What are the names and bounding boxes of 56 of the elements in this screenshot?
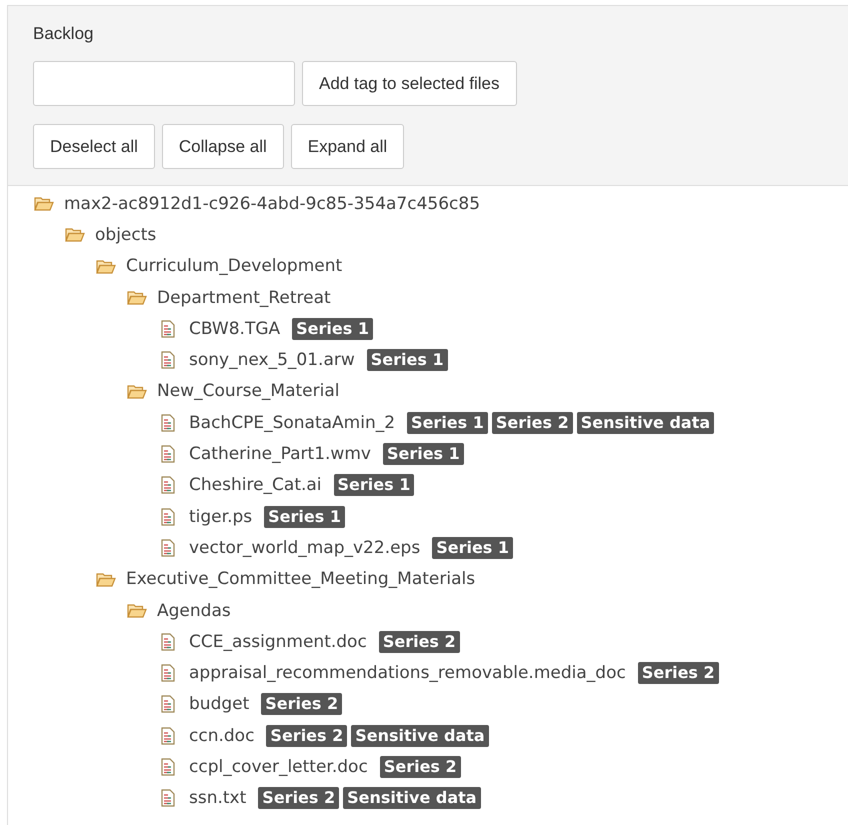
file-name[interactable]: ssn.txt — [189, 788, 246, 808]
file-name[interactable]: sony_nex_5_01.arw — [189, 350, 355, 370]
document-icon — [161, 758, 175, 776]
file-name[interactable]: budget — [189, 694, 250, 714]
add-tag-button[interactable]: Add tag to selected files — [302, 61, 517, 106]
panel-title: Backlog — [33, 23, 94, 45]
document-icon — [161, 351, 175, 370]
file-name[interactable]: vector_world_map_v22.eps — [189, 538, 420, 558]
file-name[interactable]: CBW8.TGA — [189, 318, 280, 339]
document-icon — [161, 414, 175, 432]
collapse-all-button[interactable]: Collapse all — [162, 124, 284, 169]
tag-label: Series 2 — [492, 412, 573, 434]
file-name[interactable]: CCE_assignment.doc — [189, 632, 367, 652]
tag-label: Series 2 — [266, 724, 348, 747]
deselect-all-button[interactable]: Deselect all — [33, 124, 155, 169]
document-icon — [161, 726, 175, 745]
expand-all-button[interactable]: Expand all — [290, 124, 404, 169]
document-icon — [161, 508, 175, 526]
document-icon — [161, 445, 175, 464]
document-icon — [161, 695, 175, 714]
file-name[interactable]: appraisal_recommendations_removable.media_doc — [189, 663, 626, 684]
tag-label: Sensitive data — [351, 724, 489, 747]
folder-name[interactable]: objects — [95, 224, 156, 245]
folder-name[interactable]: Department_Retreat — [157, 288, 331, 308]
file-name[interactable]: Cheshire_Cat.ai — [189, 475, 322, 496]
file-name[interactable]: tiger.ps — [189, 506, 252, 527]
tag-label: Sensitive data — [343, 787, 481, 810]
folder-name[interactable]: Executive_Committee_Meeting_Materials — [126, 569, 476, 590]
tag-label: Series 2 — [638, 662, 719, 684]
tag-label: Series 2 — [258, 787, 340, 810]
document-icon — [161, 664, 175, 682]
tag-label: Series 1 — [292, 318, 373, 340]
tag-label: Series 2 — [261, 693, 342, 716]
folder-name[interactable]: max2-ac8912d1-c926-4abd-9c85-354a7c456c85 — [64, 194, 480, 214]
tag-label: Series 1 — [407, 412, 488, 434]
document-icon — [161, 789, 175, 808]
document-icon — [161, 632, 175, 651]
tag-label: Sensitive data — [576, 412, 714, 434]
file-name[interactable]: ccn.doc — [189, 726, 254, 746]
tag-label: Series 1 — [382, 443, 464, 466]
tag-input-field[interactable] — [33, 61, 295, 106]
tag-label: Series 1 — [264, 506, 345, 528]
folder-name[interactable]: Agendas — [157, 600, 231, 620]
document-icon — [161, 476, 175, 494]
folder-name[interactable]: Curriculum_Development — [126, 256, 342, 276]
tag-label: Series 1 — [334, 474, 414, 496]
file-name[interactable]: ccpl_cover_letter.doc — [189, 756, 368, 777]
tag-label: Series 1 — [366, 349, 448, 372]
folder-name[interactable]: New_Course_Material — [157, 381, 340, 402]
file-name[interactable]: Catherine_Part1.wmv — [189, 444, 371, 464]
tag-label: Series 1 — [432, 536, 514, 559]
tag-label: Series 2 — [378, 630, 460, 653]
document-icon — [161, 538, 175, 557]
tag-label: Series 2 — [380, 756, 461, 778]
document-icon — [161, 320, 175, 338]
file-name[interactable]: BachCPE_SonataAmin_2 — [189, 412, 396, 433]
